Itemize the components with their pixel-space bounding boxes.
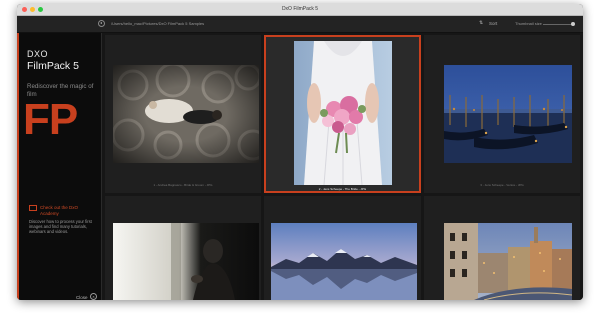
photo-cell-selected[interactable]: 2 - Jens Scheepe - The Bride - JPG [264, 35, 421, 193]
app-window: DxO FilmPack 5 /Users/hello_mac/Pictures… [17, 4, 583, 300]
fp-mark: FP [23, 95, 78, 144]
brand-logo: DXO [27, 49, 49, 59]
back-icon[interactable] [98, 20, 105, 27]
sort-button[interactable]: Sort [489, 21, 497, 26]
photo-caption: 3 - Jens Scheepe - Venice - JPG [480, 183, 524, 187]
thumbnail-size-slider[interactable] [543, 24, 573, 25]
product-name: FilmPack 5 [27, 60, 79, 72]
photo-cell[interactable]: 1 - Andrea Bagnasco - Bride & Groom - JP… [105, 35, 261, 193]
photo-thumbnail[interactable] [113, 65, 259, 163]
thumbnail-size-label: Thumbnail size [515, 21, 542, 26]
photo-cell[interactable] [105, 196, 261, 300]
photo-thumbnail[interactable] [294, 41, 392, 185]
photo-caption: 1 - Andrea Bagnasco - Bride & Groom - JP… [153, 183, 213, 187]
toolbar: /Users/hello_mac/Pictures/DxO FilmPack 5… [17, 16, 583, 33]
academy-description: Discover how to process your first image… [29, 219, 92, 235]
photo-cell[interactable] [424, 196, 580, 300]
close-sidebar-icon[interactable]: × [90, 293, 97, 300]
window-title: DxO FilmPack 5 [281, 6, 319, 12]
accent-bar [17, 33, 19, 300]
academy-link[interactable]: Check out the DxO Academy [40, 205, 96, 216]
photo-cell[interactable] [264, 196, 421, 300]
photo-thumbnail[interactable] [113, 223, 259, 300]
photo-thumbnail[interactable] [444, 65, 572, 163]
photo-caption: 2 - Jens Scheepe - The Bride - JPG [318, 187, 367, 191]
close-sidebar-label[interactable]: Close [76, 295, 88, 300]
thumbnail-size-slider-knob[interactable] [571, 22, 575, 26]
folder-path: /Users/hello_mac/Pictures/DxO FilmPack 5… [111, 21, 205, 26]
photo-grid: 1 - Andrea Bagnasco - Bride & Groom - JP… [102, 33, 583, 300]
photo-cell[interactable]: 3 - Jens Scheepe - Venice - JPG [424, 35, 580, 193]
photo-thumbnail[interactable] [271, 223, 417, 300]
welcome-sidebar: DXO FilmPack 5 Rediscover the magic of f… [17, 33, 102, 300]
sort-icon[interactable]: ⇅ [479, 20, 483, 26]
photo-thumbnail[interactable] [444, 223, 572, 300]
title-bar: DxO FilmPack 5 [17, 4, 583, 16]
monitor-icon [29, 205, 37, 211]
